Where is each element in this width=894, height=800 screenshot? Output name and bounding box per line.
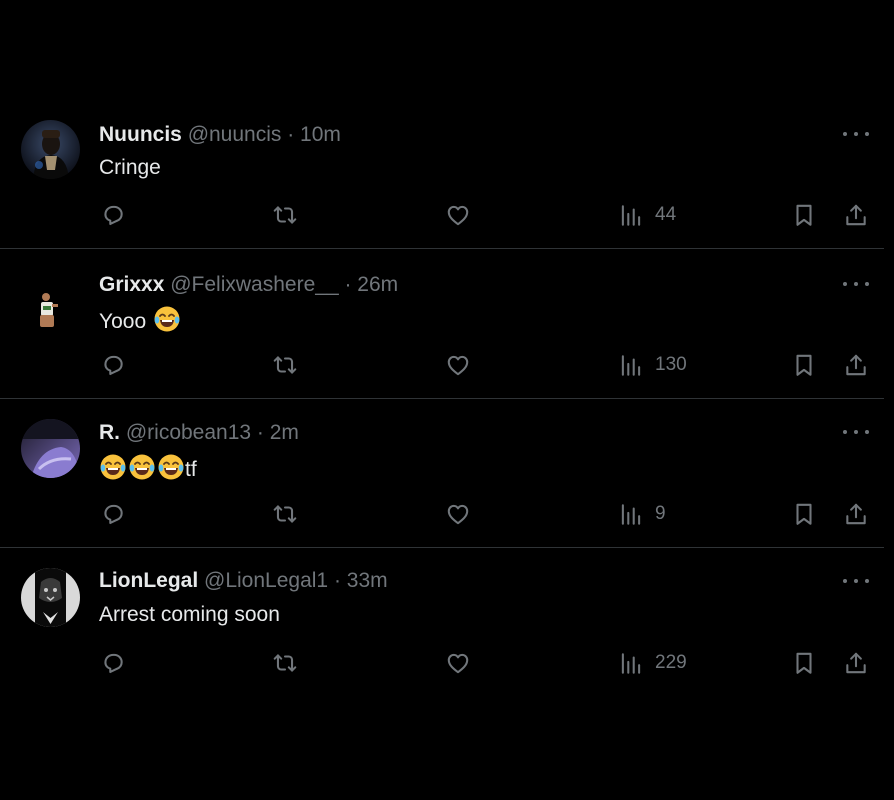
handle[interactable]: @Felixwashere__	[170, 273, 338, 296]
like-icon	[447, 653, 469, 674]
views-icon	[621, 205, 641, 226]
views-count: 44	[655, 204, 677, 225]
bookmark-button[interactable]	[791, 350, 817, 380]
like-icon	[447, 355, 469, 376]
retweet-icon	[273, 654, 297, 672]
timestamp[interactable]: · 2m	[257, 421, 299, 444]
like-button[interactable]	[445, 200, 471, 230]
bookmark-button[interactable]	[791, 648, 817, 678]
views-button[interactable]: 130	[618, 350, 687, 380]
like-button[interactable]	[445, 648, 471, 678]
display-name[interactable]: LionLegal	[99, 569, 198, 592]
reply-icon	[104, 653, 123, 674]
more-icon[interactable]	[843, 124, 869, 144]
more-icon[interactable]	[843, 274, 869, 294]
views-count: 229	[655, 652, 687, 673]
retweet-button[interactable]	[272, 350, 298, 380]
bookmark-button[interactable]	[791, 499, 817, 529]
timestamp[interactable]: · 33m	[334, 569, 388, 592]
reply-button[interactable]	[100, 200, 126, 230]
bookmark-icon	[796, 503, 812, 525]
tweet-text: Cringe	[99, 155, 161, 181]
views-icon	[621, 504, 641, 525]
tweet-text-content: tf	[185, 458, 197, 481]
like-icon	[447, 205, 469, 226]
bookmark-button[interactable]	[791, 200, 817, 230]
avatar[interactable]	[21, 568, 80, 627]
views-count: 9	[655, 503, 666, 524]
avatar[interactable]	[21, 120, 80, 179]
divider	[0, 398, 884, 399]
avatar[interactable]	[21, 419, 80, 478]
display-name[interactable]: R.	[99, 421, 120, 444]
handle[interactable]: @ricobean13	[126, 421, 251, 444]
reply-icon	[104, 355, 123, 376]
tweet-actions: 44	[0, 200, 884, 230]
like-icon	[447, 504, 469, 525]
tweet-text: Yooo	[99, 305, 181, 335]
views-button[interactable]: 229	[618, 648, 687, 678]
share-button[interactable]	[843, 350, 869, 380]
reply-button[interactable]	[100, 350, 126, 380]
tweet-text-content: Cringe	[99, 156, 161, 179]
tweet-actions: 9	[0, 499, 884, 529]
retweet-icon	[273, 356, 297, 374]
bookmark-icon	[796, 652, 812, 674]
laughing-emoji-icon	[100, 454, 126, 480]
tweet-text: Arrest coming soon	[99, 602, 280, 628]
timestamp[interactable]: · 10m	[287, 123, 341, 146]
bookmark-icon	[796, 204, 812, 226]
share-button[interactable]	[843, 499, 869, 529]
like-button[interactable]	[445, 350, 471, 380]
tweet-text: 😂😂😂	[99, 453, 197, 483]
reply-icon	[104, 504, 123, 525]
views-icon	[621, 355, 641, 376]
retweet-button[interactable]	[272, 200, 298, 230]
display-name[interactable]: Nuuncis	[99, 123, 182, 146]
avatar[interactable]	[21, 280, 80, 339]
retweet-icon	[273, 505, 297, 523]
retweet-button[interactable]	[272, 499, 298, 529]
laughing-emoji-icon	[129, 454, 155, 480]
retweet-icon	[273, 206, 297, 224]
handle[interactable]: @nuuncis	[188, 123, 282, 146]
tweet-text-content: Yooo	[99, 310, 147, 333]
handle[interactable]: @LionLegal1	[204, 569, 328, 592]
tweet-text-content: Arrest coming soon	[99, 603, 280, 626]
views-button[interactable]: 9	[618, 499, 666, 529]
like-button[interactable]	[445, 499, 471, 529]
laughing-emoji-icon	[158, 454, 184, 480]
views-icon	[621, 653, 641, 674]
reply-button[interactable]	[100, 648, 126, 678]
share-icon	[846, 652, 866, 674]
reply-button[interactable]	[100, 499, 126, 529]
tweet-actions: 229	[0, 648, 884, 678]
retweet-button[interactable]	[272, 648, 298, 678]
share-button[interactable]	[843, 648, 869, 678]
reply-feed: Nuuncis @nuuncis · 10m Cringe 44 Grixxx …	[0, 0, 894, 800]
share-icon	[846, 204, 866, 226]
timestamp[interactable]: · 26m	[344, 273, 398, 296]
bookmark-icon	[796, 354, 812, 376]
more-icon[interactable]	[843, 422, 869, 442]
views-count: 130	[655, 354, 687, 375]
reply-icon	[104, 205, 123, 226]
more-icon[interactable]	[843, 571, 869, 591]
laughing-emoji-icon	[154, 306, 180, 332]
share-button[interactable]	[843, 200, 869, 230]
display-name[interactable]: Grixxx	[99, 273, 164, 296]
share-icon	[846, 503, 866, 525]
divider	[0, 547, 884, 548]
views-button[interactable]: 44	[618, 200, 676, 230]
divider	[0, 248, 884, 249]
tweet-actions: 130	[0, 350, 884, 380]
share-icon	[846, 354, 866, 376]
